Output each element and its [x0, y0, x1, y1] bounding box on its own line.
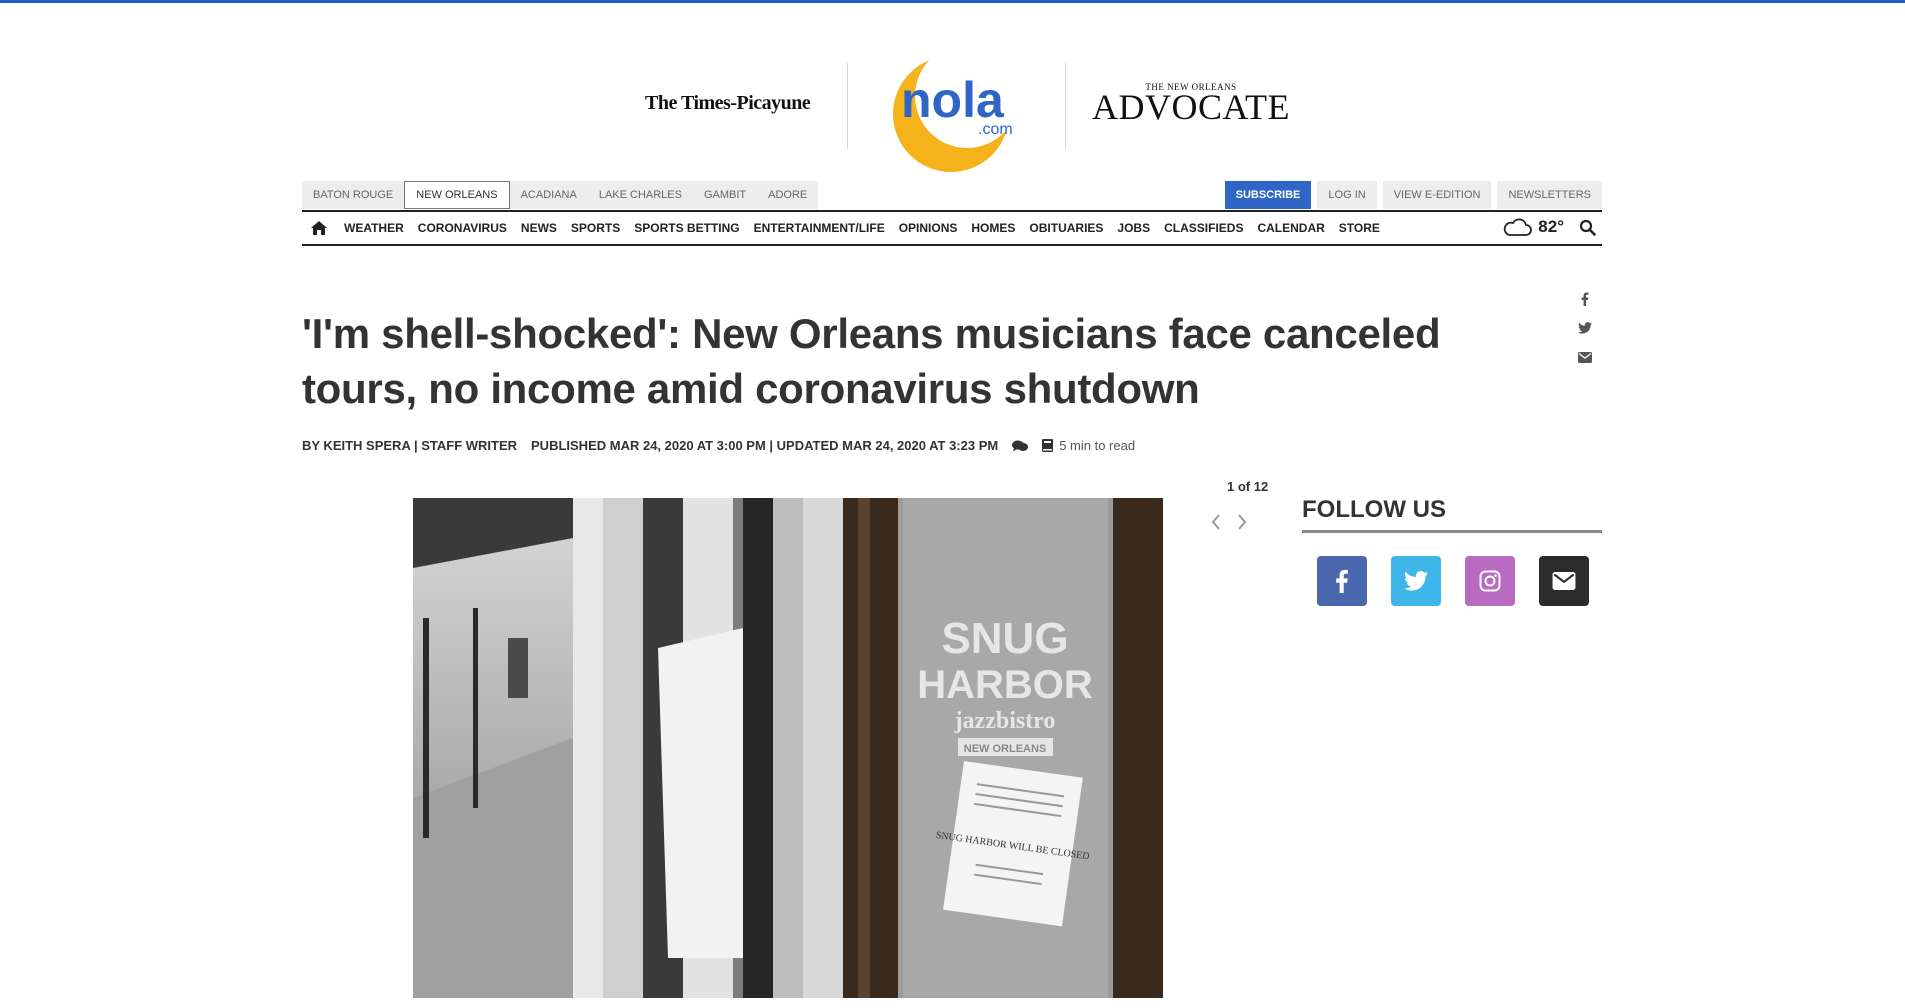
- article-headline: 'I'm shell-shocked': New Orleans musicia…: [302, 310, 1441, 412]
- temperature: 82°: [1538, 217, 1564, 236]
- masthead-divider: [847, 63, 848, 149]
- snug-harbor-photo-image: SNUG HARBOR jazzbistro NEW ORLEANS SNUG …: [413, 498, 1163, 998]
- edition-tab-lake-charles[interactable]: LAKE CHARLES: [588, 181, 693, 209]
- twitter-share-icon[interactable]: [1578, 321, 1592, 337]
- twitter-icon[interactable]: [1391, 556, 1441, 606]
- nav-item-jobs[interactable]: JOBS: [1117, 221, 1150, 235]
- nola-moon-icon: nola .com: [893, 44, 1019, 172]
- subscribe-button[interactable]: SUBSCRIBE: [1224, 181, 1312, 209]
- gallery-photo[interactable]: SNUG HARBOR jazzbistro NEW ORLEANS SNUG …: [413, 498, 1163, 998]
- sign-line-4: NEW ORLEANS: [964, 743, 1047, 755]
- sign-line-3: jazzbistro: [954, 708, 1056, 734]
- nav-item-homes[interactable]: HOMES: [971, 221, 1015, 235]
- gallery-counter: 1 of 12: [1227, 479, 1269, 494]
- times-picayune-logo[interactable]: The Times-Picayune: [645, 92, 811, 115]
- main-nav: WEATHER CORONAVIRUS NEWS SPORTS SPORTS B…: [302, 210, 1602, 246]
- sign-line-2: HARBOR: [917, 663, 1093, 707]
- author-line[interactable]: BY KEITH SPERA | STAFF WRITER: [302, 438, 517, 453]
- nav-item-obituaries[interactable]: OBITUARIES: [1029, 221, 1103, 235]
- read-time: 5 min to read: [1059, 438, 1136, 453]
- social-links: [1317, 556, 1589, 606]
- newsletters-link[interactable]: NEWSLETTERS: [1497, 181, 1602, 209]
- nav-item-sports-betting[interactable]: SPORTS BETTING: [634, 221, 739, 235]
- login-link[interactable]: LOG IN: [1317, 181, 1377, 209]
- weather-widget[interactable]: 82°: [1502, 217, 1564, 237]
- facebook-icon[interactable]: [1317, 556, 1367, 606]
- nav-item-weather[interactable]: WEATHER: [344, 221, 404, 235]
- edition-tab-adore[interactable]: ADORE: [757, 181, 818, 209]
- nav-item-news[interactable]: NEWS: [521, 221, 557, 235]
- nav-item-store[interactable]: STORE: [1339, 221, 1380, 235]
- search-icon[interactable]: [1579, 219, 1596, 241]
- nola-wordmark: nola: [901, 72, 1005, 128]
- top-accent-bar: [0, 0, 1905, 3]
- follow-us-heading: FOLLOW US: [1302, 496, 1602, 533]
- e-edition-link[interactable]: VIEW E-EDITION: [1382, 181, 1492, 209]
- nola-logo[interactable]: nola .com: [883, 44, 1023, 174]
- nav-item-sports[interactable]: SPORTS: [571, 221, 620, 235]
- comments-icon[interactable]: [1012, 440, 1029, 452]
- nav-item-coronavirus[interactable]: CORONAVIRUS: [418, 221, 507, 235]
- gallery-arrows: [1210, 510, 1248, 536]
- instagram-icon[interactable]: [1465, 556, 1515, 606]
- edition-tab-acadiana[interactable]: ACADIANA: [510, 181, 588, 209]
- nola-com-text: .com: [978, 121, 1013, 138]
- advocate-wordmark: ADVOCATE: [1092, 87, 1290, 127]
- nav-item-classifieds[interactable]: CLASSIFIEDS: [1164, 221, 1243, 235]
- email-share-icon[interactable]: [1578, 350, 1592, 366]
- cloud-icon: [1504, 218, 1533, 236]
- sign-line-1: SNUG: [941, 614, 1068, 663]
- account-links: SUBSCRIBE LOG IN VIEW E-EDITION NEWSLETT…: [1224, 181, 1602, 209]
- book-icon: [1042, 439, 1054, 452]
- nav-item-opinions[interactable]: OPINIONS: [899, 221, 958, 235]
- email-icon[interactable]: [1539, 556, 1589, 606]
- facebook-share-icon[interactable]: [1581, 292, 1589, 308]
- edition-tab-gambit[interactable]: GAMBIT: [693, 181, 757, 209]
- masthead-divider: [1065, 63, 1066, 149]
- article-byline: BY KEITH SPERA | STAFF WRITER PUBLISHED …: [302, 438, 1135, 453]
- nav-item-entertainment[interactable]: ENTERTAINMENT/LIFE: [754, 221, 885, 235]
- share-rail: [1578, 292, 1592, 366]
- edition-tabs: BATON ROUGE NEW ORLEANS ACADIANA LAKE CH…: [302, 181, 819, 209]
- publish-dates: PUBLISHED MAR 24, 2020 AT 3:00 PM | UPDA…: [531, 438, 999, 453]
- edition-tab-baton-rouge[interactable]: BATON ROUGE: [302, 181, 404, 209]
- advocate-logo[interactable]: THE NEW ORLEANS ADVOCATE: [1092, 82, 1290, 127]
- home-icon[interactable]: [310, 220, 334, 236]
- nav-item-calendar[interactable]: CALENDAR: [1257, 221, 1324, 235]
- edition-tab-new-orleans[interactable]: NEW ORLEANS: [404, 181, 510, 209]
- chevron-right-icon[interactable]: [1236, 510, 1248, 536]
- chevron-left-icon[interactable]: [1210, 510, 1222, 536]
